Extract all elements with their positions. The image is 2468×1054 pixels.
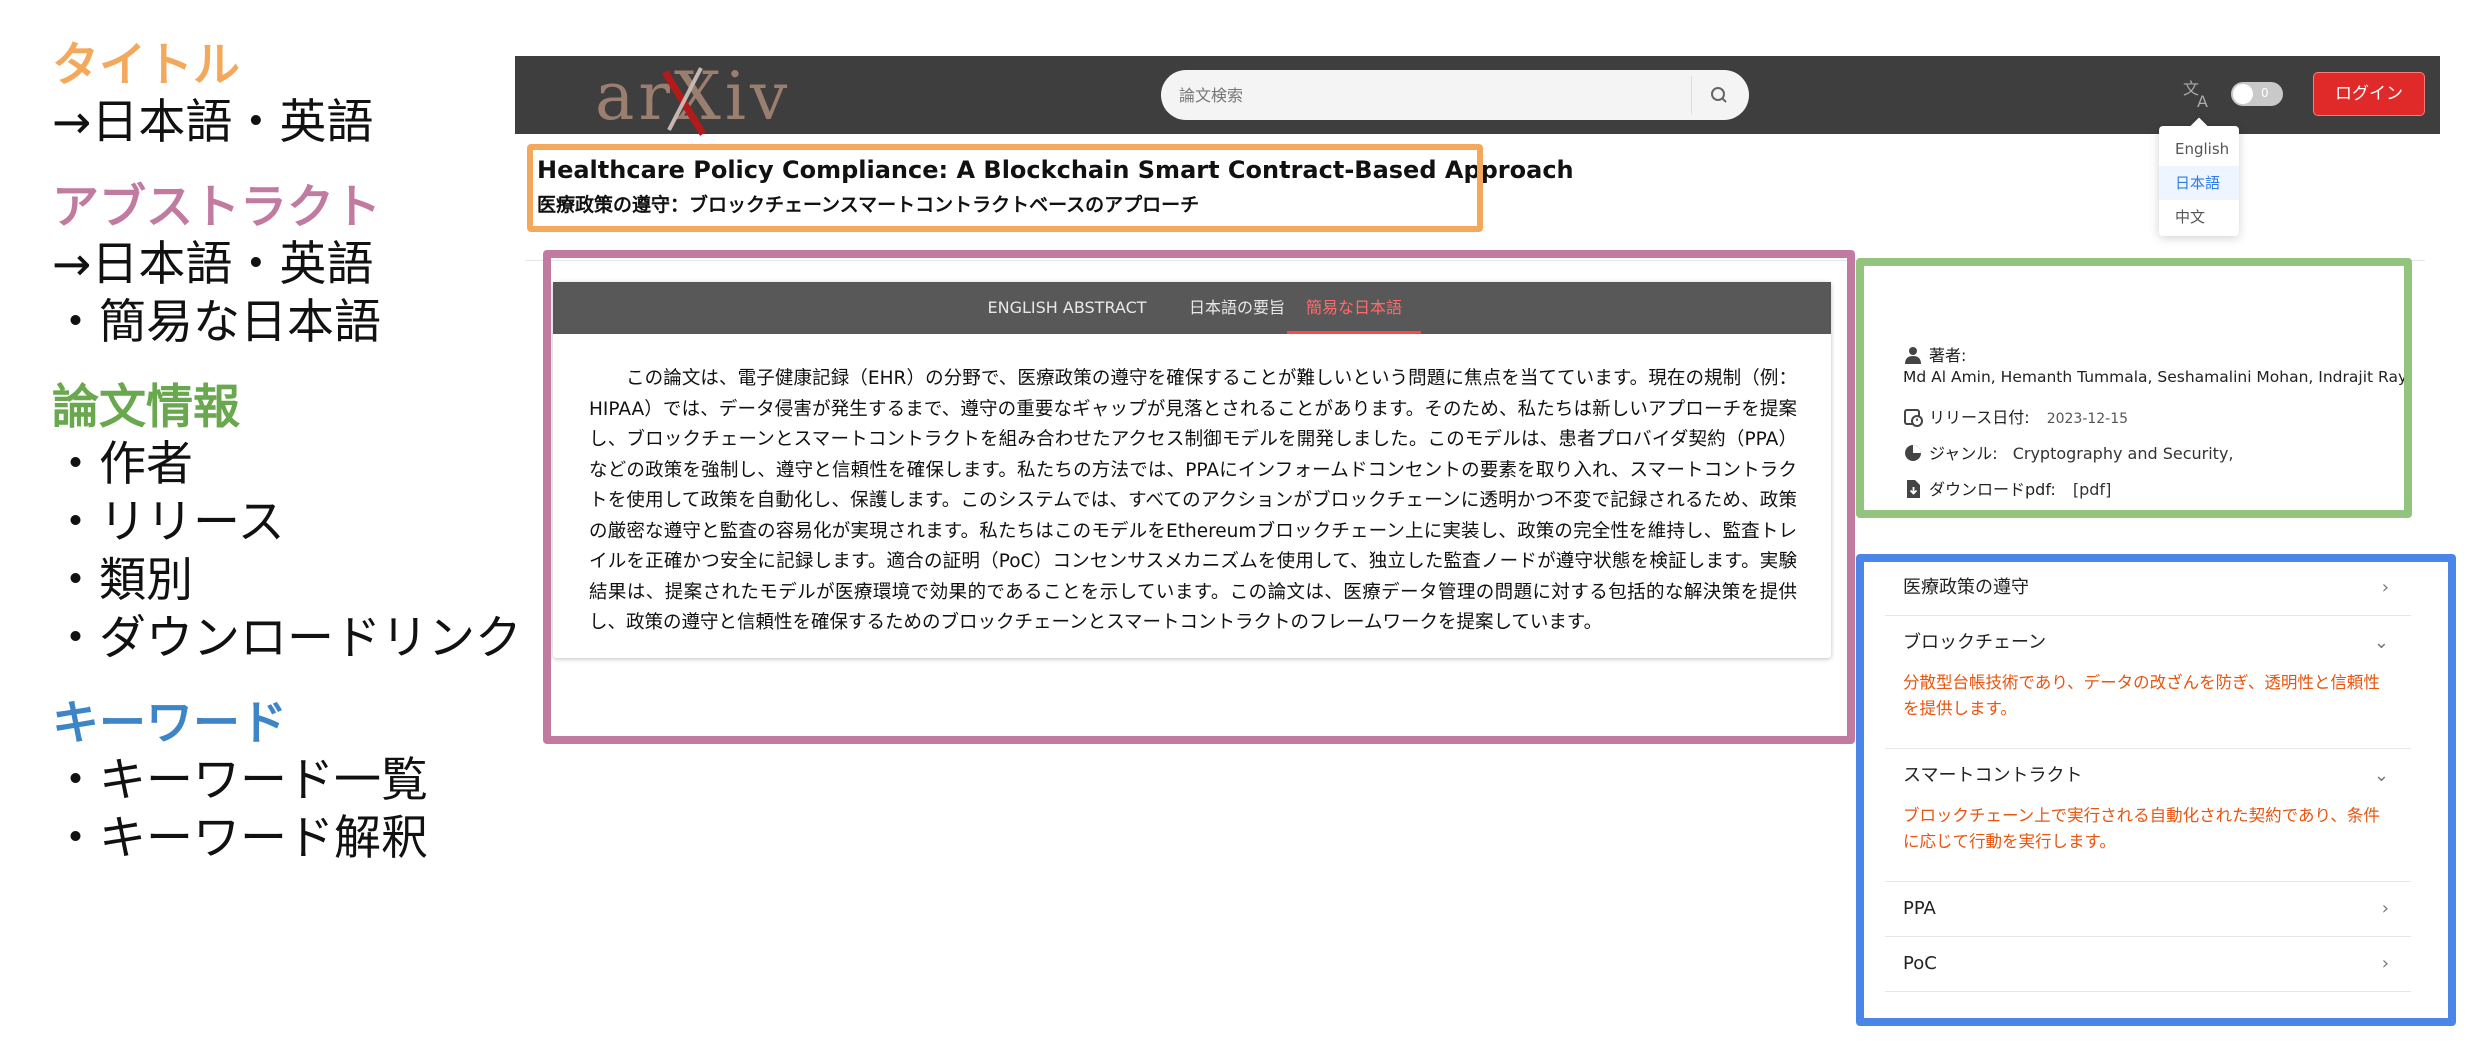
translate-icon[interactable]: 文 A <box>2181 76 2215 110</box>
search-input[interactable] <box>1179 70 1679 120</box>
paper-info-annotation-box <box>1856 258 2412 518</box>
legend-keywords-group: キーワード ・キーワード一覧 ・キーワード解釈 <box>52 696 552 868</box>
legend-title-heading: タイトル <box>52 38 240 93</box>
legend-abstract-heading: アブストラクト <box>52 180 381 235</box>
language-option-english[interactable]: English <box>2159 132 2239 166</box>
search-divider <box>1691 76 1692 114</box>
arxiv-logo[interactable]: arXiv <box>595 58 787 136</box>
login-button[interactable]: ログイン <box>2313 72 2425 116</box>
legend-keywords-heading: キーワード <box>52 696 287 751</box>
language-option-japanese[interactable]: 日本語 <box>2159 166 2239 200</box>
theme-toggle[interactable]: 0 <box>2231 82 2283 106</box>
legend-item: ・キーワード一覧 <box>52 753 428 808</box>
search-icon[interactable] <box>1707 83 1731 107</box>
legend-paper-info-group: 論文情報 ・作者 ・リリース ・類別 ・ダウンロードリンク <box>52 380 552 668</box>
legend-title-group: タイトル →日本語・英語 <box>52 38 552 152</box>
legend-item: ・キーワード解釈 <box>52 811 428 866</box>
legend-item: ・簡易な日本語 <box>52 295 381 350</box>
legend-item: →日本語・英語 <box>52 95 374 150</box>
abstract-annotation-box <box>543 250 1855 744</box>
logo-x-mark <box>662 67 706 136</box>
top-navigation-bar: arXiv 文 A 0 ログイン <box>515 56 2440 136</box>
legend-item: ・作者 <box>52 437 193 492</box>
legend-abstract-group: アブストラクト →日本語・英語 ・簡易な日本語 <box>52 180 552 352</box>
svg-text:A: A <box>2197 92 2208 110</box>
keywords-annotation-box <box>1856 554 2456 1026</box>
language-dropdown: English 日本語 中文 <box>2159 117 2239 236</box>
legend-item: ・ダウンロードリンク <box>52 611 522 666</box>
legend-item: ・類別 <box>52 553 193 608</box>
title-annotation-box <box>527 144 1483 232</box>
legend-paper-info-heading: 論文情報 <box>52 380 240 435</box>
search-bar <box>1161 70 1749 120</box>
toggle-knob <box>2233 84 2253 104</box>
legend-item: →日本語・英語 <box>52 237 374 292</box>
annotation-legend: タイトル →日本語・英語 アブストラクト →日本語・英語 ・簡易な日本語 論文情… <box>52 38 552 896</box>
legend-item: ・リリース <box>52 495 285 550</box>
toggle-text: 0 <box>2261 86 2269 100</box>
language-option-chinese[interactable]: 中文 <box>2159 200 2239 234</box>
